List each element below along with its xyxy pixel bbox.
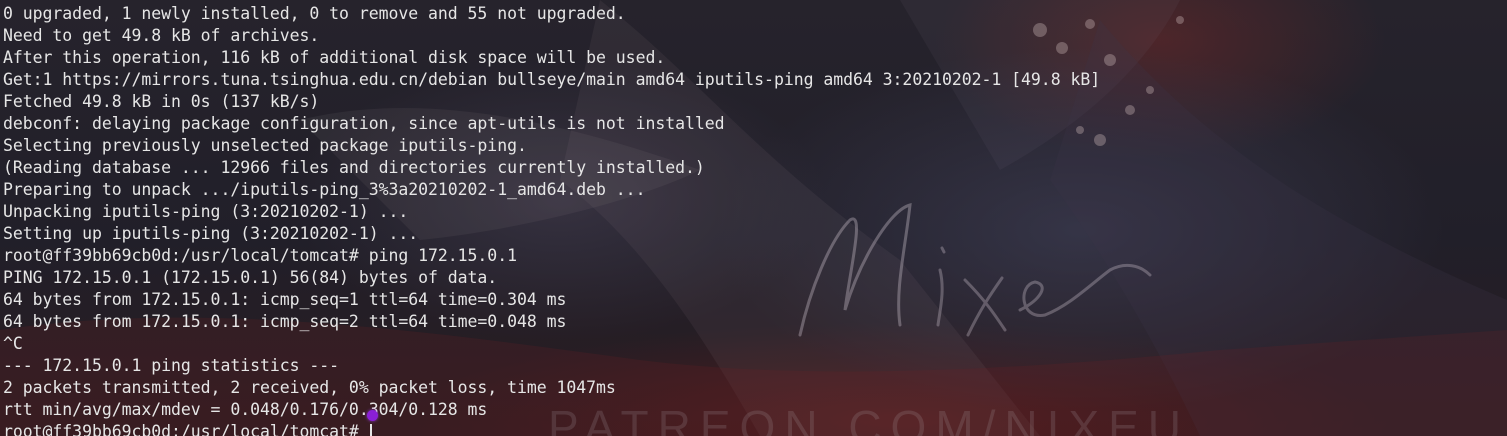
terminal-line: rtt min/avg/max/mdev = 0.048/0.176/0.304…	[3, 400, 488, 419]
terminal-line: Need to get 49.8 kB of archives.	[3, 26, 320, 45]
terminal-window[interactable]: PATREON.COM/NIXEU 0 upgraded, 1 newly in…	[0, 0, 1507, 436]
terminal-line: debconf: delaying package configuration,…	[3, 114, 725, 133]
terminal-line: Get:1 https://mirrors.tuna.tsinghua.edu.…	[3, 70, 1101, 89]
text-cursor	[369, 424, 372, 436]
terminal-line: (Reading database ... 12966 files and di…	[3, 158, 705, 177]
terminal-line: 64 bytes from 172.15.0.1: icmp_seq=1 ttl…	[3, 290, 567, 309]
terminal-line: Selecting previously unselected package …	[3, 136, 527, 155]
terminal-line: Preparing to unpack .../iputils-ping_3%3…	[3, 180, 646, 199]
terminal-output: 0 upgraded, 1 newly installed, 0 to remo…	[3, 3, 1100, 436]
terminal-line: root@ff39bb69cb0d:/usr/local/tomcat# pin…	[3, 246, 517, 265]
command-prompt-line[interactable]: root@ff39bb69cb0d:/usr/local/tomcat#	[3, 421, 1100, 436]
terminal-line: --- 172.15.0.1 ping statistics ---	[3, 356, 340, 375]
command-prompt: root@ff39bb69cb0d:/usr/local/tomcat#	[3, 422, 369, 436]
terminal-line: 2 packets transmitted, 2 received, 0% pa…	[3, 378, 616, 397]
terminal-line: Unpacking iputils-ping (3:20210202-1) ..…	[3, 202, 409, 221]
mouse-pointer-icon	[367, 410, 378, 421]
terminal-line: ^C	[3, 334, 23, 353]
terminal-line: 64 bytes from 172.15.0.1: icmp_seq=2 ttl…	[3, 312, 567, 331]
terminal-line: After this operation, 116 kB of addition…	[3, 48, 666, 67]
terminal-line: 0 upgraded, 1 newly installed, 0 to remo…	[3, 4, 626, 23]
terminal-line: PING 172.15.0.1 (172.15.0.1) 56(84) byte…	[3, 268, 498, 287]
terminal-line: Fetched 49.8 kB in 0s (137 kB/s)	[3, 92, 320, 111]
terminal-line: Setting up iputils-ping (3:20210202-1) .…	[3, 224, 419, 243]
